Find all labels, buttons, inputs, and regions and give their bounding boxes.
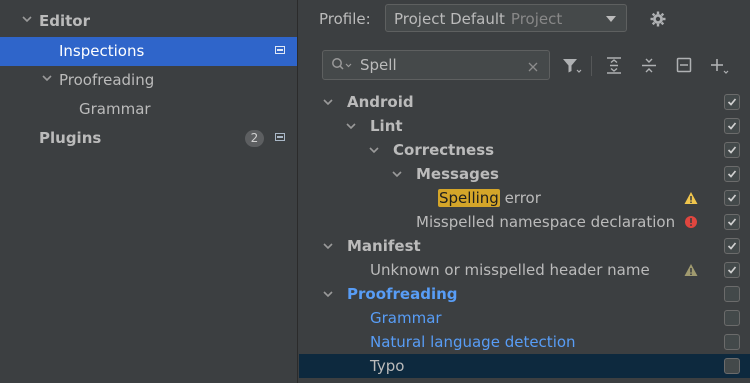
search-field[interactable] <box>322 50 550 80</box>
tree-row-android[interactable]: Android <box>299 90 750 114</box>
sidebar-item-label: Editor <box>39 12 90 30</box>
enabled-checkbox[interactable] <box>724 142 740 158</box>
settings-sidebar: Editor Inspections Proofreading Grammar … <box>0 0 298 383</box>
inspections-panel: Profile: Project Default Project Spell A… <box>299 0 750 383</box>
tree-row-spelling-error[interactable]: Spelling error <box>299 186 750 210</box>
chevron-down-icon[interactable] <box>321 95 335 109</box>
tree-row-typo[interactable]: Typo <box>299 354 750 378</box>
tree-row-unknown-header[interactable]: Unknown or misspelled header name <box>299 258 750 282</box>
tree-row-label: error <box>499 189 541 207</box>
tree-row-correctness[interactable]: Correctness <box>299 138 750 162</box>
sidebar-item-inspections[interactable]: Inspections <box>0 37 297 66</box>
chevron-down-icon[interactable] <box>367 143 381 157</box>
tree-row-label: Android <box>347 93 414 111</box>
tree-row-label: Proofreading <box>347 285 458 303</box>
chevron-down-icon[interactable] <box>20 12 34 26</box>
weak-warning-icon <box>684 263 698 277</box>
chevron-down-icon <box>606 16 616 22</box>
tree-row-label: Typo <box>370 357 405 375</box>
tree-row-proofreading[interactable]: Proofreading <box>299 282 750 306</box>
search-input[interactable] <box>360 55 510 75</box>
project-scope-icon <box>275 133 285 141</box>
tree-row-grammar[interactable]: Grammar <box>299 306 750 330</box>
enabled-checkbox[interactable] <box>724 310 740 326</box>
enabled-checkbox[interactable] <box>724 214 740 230</box>
tree-row-messages[interactable]: Messages <box>299 162 750 186</box>
profile-scope: Project <box>510 10 563 28</box>
search-icon[interactable] <box>331 57 353 73</box>
add-icon[interactable] <box>708 55 730 77</box>
tree-row-label: Misspelled namespace declaration <box>416 213 676 231</box>
enabled-checkbox[interactable] <box>724 334 740 350</box>
sidebar-item-label: Proofreading <box>59 71 155 89</box>
collapse-all-icon[interactable] <box>639 55 661 77</box>
update-count-badge: 2 <box>245 130 264 147</box>
chevron-down-icon[interactable] <box>321 239 335 253</box>
project-scope-icon <box>275 46 285 54</box>
chevron-down-icon[interactable] <box>344 119 358 133</box>
sidebar-item-editor[interactable]: Editor <box>0 7 297 36</box>
tree-row-lint[interactable]: Lint <box>299 114 750 138</box>
enabled-checkbox[interactable] <box>724 262 740 278</box>
warning-icon <box>684 191 698 205</box>
sidebar-item-label: Grammar <box>79 100 151 118</box>
chevron-down-icon[interactable] <box>321 287 335 301</box>
error-icon <box>684 215 698 229</box>
enabled-checkbox[interactable] <box>724 190 740 206</box>
tree-row-misspelled-namespace[interactable]: Misspelled namespace declaration <box>299 210 750 234</box>
enabled-checkbox[interactable] <box>724 94 740 110</box>
expand-all-icon[interactable] <box>604 55 626 77</box>
tree-row-manifest[interactable]: Manifest <box>299 234 750 258</box>
tree-row-label: Unknown or misspelled header name <box>370 261 650 279</box>
tree-row-natural-language-detection[interactable]: Natural language detection <box>299 330 750 354</box>
tree-row-label: Grammar <box>370 309 442 327</box>
reset-to-default-icon[interactable] <box>674 55 696 77</box>
chevron-down-icon[interactable] <box>390 167 404 181</box>
profile-value: Project Default <box>394 10 505 28</box>
sidebar-item-label: Plugins <box>39 129 102 147</box>
profile-dropdown[interactable]: Project Default Project <box>385 4 627 32</box>
sidebar-item-grammar[interactable]: Grammar <box>0 95 297 124</box>
tree-row-label: Correctness <box>393 141 495 159</box>
gear-icon[interactable] <box>649 10 667 28</box>
enabled-checkbox[interactable] <box>724 286 740 302</box>
clear-icon[interactable] <box>527 59 539 72</box>
enabled-checkbox[interactable] <box>724 238 740 254</box>
tree-row-label: Manifest <box>347 237 421 255</box>
toolbar-separator <box>591 56 592 76</box>
tree-row-label: Lint <box>370 117 403 135</box>
sidebar-item-label: Inspections <box>59 42 145 60</box>
profile-label: Profile: <box>319 10 371 28</box>
search-match-highlight: Spelling <box>438 189 500 207</box>
enabled-checkbox[interactable] <box>724 166 740 182</box>
filter-icon[interactable] <box>561 55 583 77</box>
tree-row-label: Messages <box>416 165 499 183</box>
sidebar-item-proofreading[interactable]: Proofreading <box>0 66 297 95</box>
tree-row-label: Natural language detection <box>370 333 576 351</box>
sidebar-item-plugins[interactable]: Plugins 2 <box>0 124 297 153</box>
enabled-checkbox[interactable] <box>724 358 740 374</box>
enabled-checkbox[interactable] <box>724 118 740 134</box>
chevron-down-icon[interactable] <box>40 71 54 85</box>
